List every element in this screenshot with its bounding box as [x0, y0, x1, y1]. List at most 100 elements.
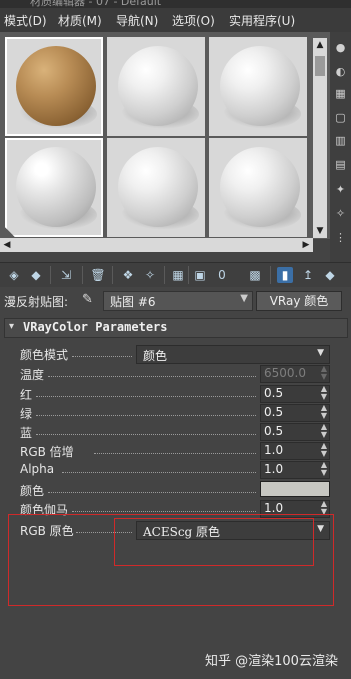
options-icon[interactable]: ✦ [333, 182, 348, 197]
go-to-parent-icon[interactable]: ↥ [300, 267, 316, 283]
leader-dots [36, 409, 256, 416]
spinner-value: 1.0 [264, 443, 284, 457]
color-swatch[interactable] [260, 481, 330, 497]
save-icon[interactable]: ▣ [192, 267, 208, 283]
map-name-row: 漫反射贴图: ✎ 贴图 #6 ▼ VRay 颜色 [0, 288, 351, 314]
material-toolbar: ◈ ◆ ⇲ 🗑 ❖ ✧ ▦ ▣ 0 ▩ ▮ ↥ ◆ [0, 262, 351, 287]
chevron-down-icon[interactable]: ▼ [240, 293, 248, 304]
spinner-arrows-icon[interactable]: ▲ ▼ [321, 442, 327, 458]
scroll-up-icon[interactable]: ▲ [313, 38, 327, 52]
delete-icon[interactable]: 🗑 [90, 267, 106, 283]
show-end-result-icon[interactable]: ▮ [277, 267, 293, 283]
param-red: 红 0.5 ▲ ▼ [20, 385, 335, 403]
param-blue: 蓝 0.5 ▲ ▼ [20, 423, 335, 441]
window-title: 材质编辑器 - 07 - Default [30, 0, 162, 8]
param-label: RGB 倍增 [20, 445, 74, 459]
toolbar-separator [270, 266, 271, 284]
material-map-navigator-icon[interactable]: ⋮ [333, 230, 348, 245]
collapse-icon[interactable]: ▾ [9, 321, 14, 332]
map-name-value: 贴图 #6 [110, 295, 156, 309]
diffuse-map-label: 漫反射贴图: [4, 295, 69, 309]
select-by-material-icon[interactable]: ✧ [333, 206, 348, 221]
green-spinner[interactable]: 0.5 ▲ ▼ [260, 404, 330, 422]
param-rgb-multiplier: RGB 倍增 1.0 ▲ ▼ [20, 442, 335, 460]
toolbar-separator [188, 266, 189, 284]
param-label: 颜色 [20, 484, 45, 498]
param-green: 绿 0.5 ▲ ▼ [20, 404, 335, 422]
sample-slot-3[interactable] [209, 37, 307, 136]
slots-horizontal-scrollbar[interactable]: ◀ ▶ [0, 238, 313, 252]
eyedropper-icon[interactable]: ✎ [82, 292, 96, 308]
get-material-icon[interactable]: ◈ [6, 267, 22, 283]
blue-spinner[interactable]: 0.5 ▲ ▼ [260, 423, 330, 441]
param-label: 蓝 [20, 426, 33, 440]
sample-slot-4[interactable] [5, 138, 103, 237]
material-sphere [220, 46, 300, 126]
menu-bar: 模式(D) 材质(M) 导航(N) 选项(O) 实用程序(U) [0, 8, 351, 32]
copy-material-icon[interactable]: ❖ [120, 267, 136, 283]
spinner-value: 0.5 [264, 405, 284, 419]
color-mode-select[interactable]: 颜色 ▼ [136, 345, 330, 364]
sample-slot-5[interactable] [107, 138, 205, 237]
param-label: 颜色模式 [20, 348, 69, 362]
menu-material[interactable]: 材质(M) [58, 12, 102, 29]
scroll-down-icon[interactable]: ▼ [313, 224, 327, 238]
backlight-icon[interactable]: ◐ [333, 64, 348, 79]
toolbar-separator [112, 266, 113, 284]
side-toolbar: ● ◐ ▦ ▢ ▥ ▤ ✦ ✧ ⋮ [330, 32, 351, 262]
rgb-multiplier-spinner[interactable]: 1.0 ▲ ▼ [260, 442, 330, 460]
assign-material-icon[interactable]: ⇲ [58, 267, 74, 283]
go-forward-sibling-icon[interactable]: ◆ [322, 267, 338, 283]
watermark-text: 知乎 @渲染100云渲染 [205, 654, 338, 669]
alpha-spinner[interactable]: 1.0 ▲ ▼ [260, 461, 330, 479]
video-color-check-icon[interactable]: ▥ [333, 133, 348, 148]
material-sphere [220, 147, 300, 227]
param-color: 颜色 [20, 481, 335, 499]
sample-slot-1[interactable] [5, 37, 103, 136]
material-id-icon[interactable]: 0 [214, 267, 230, 283]
put-material-icon[interactable]: ◆ [28, 267, 44, 283]
param-label: 红 [20, 388, 33, 402]
param-label: Alpha [20, 462, 55, 476]
show-map-icon[interactable]: ▩ [247, 267, 263, 283]
sample-type-icon[interactable]: ● [333, 40, 348, 55]
map-type-button[interactable]: VRay 颜色 [256, 291, 342, 311]
rollout-header[interactable]: ▾ VRayColor Parameters [4, 318, 348, 338]
param-alpha: Alpha 1.0 ▲ ▼ [20, 461, 335, 479]
map-name-field[interactable]: 贴图 #6 ▼ [103, 291, 253, 311]
scroll-right-icon[interactable]: ▶ [299, 238, 313, 252]
spinner-value: 0.5 [264, 424, 284, 438]
spinner-value: 6500.0 [264, 366, 306, 380]
slots-vertical-scrollbar[interactable]: ▲ ▼ [313, 38, 327, 238]
menu-mode[interactable]: 模式(D) [4, 12, 47, 29]
chevron-down-icon: ▼ [317, 348, 324, 358]
spinner-arrows-icon[interactable]: ▲ ▼ [321, 461, 327, 477]
sample-slot-2[interactable] [107, 37, 205, 136]
scroll-thumb[interactable] [315, 56, 325, 76]
material-sphere [118, 147, 198, 227]
red-spinner[interactable]: 0.5 ▲ ▼ [260, 385, 330, 403]
sample-slot-6[interactable] [209, 138, 307, 237]
material-sphere-wood [16, 46, 96, 126]
param-color-mode: 颜色模式 颜色 ▼ [20, 345, 335, 364]
make-preview-icon[interactable]: ▤ [333, 157, 348, 172]
spinner-arrows-icon[interactable]: ▲ ▼ [321, 423, 327, 439]
menu-utilities[interactable]: 实用程序(U) [229, 12, 295, 29]
put-to-library-icon[interactable]: ▦ [170, 267, 186, 283]
background-icon[interactable]: ▦ [333, 86, 348, 101]
highlight-box-inner [114, 518, 314, 566]
menu-navigation[interactable]: 导航(N) [116, 12, 158, 29]
param-temperature: 温度 6500.0 ▲ ▼ [20, 365, 335, 383]
leader-dots [72, 505, 256, 512]
leader-dots [62, 466, 256, 473]
uv-tiling-icon[interactable]: ▢ [333, 110, 348, 125]
menu-options[interactable]: 选项(O) [172, 12, 215, 29]
spinner-arrows-icon[interactable]: ▲ ▼ [321, 385, 327, 401]
scroll-left-icon[interactable]: ◀ [0, 238, 14, 252]
spinner-arrows-icon[interactable]: ▲ ▼ [321, 404, 327, 420]
leader-dots [48, 370, 256, 377]
make-unique-icon[interactable]: ✧ [142, 267, 158, 283]
leader-dots [36, 428, 256, 435]
param-label: 绿 [20, 407, 33, 421]
toolbar-separator [164, 266, 165, 284]
